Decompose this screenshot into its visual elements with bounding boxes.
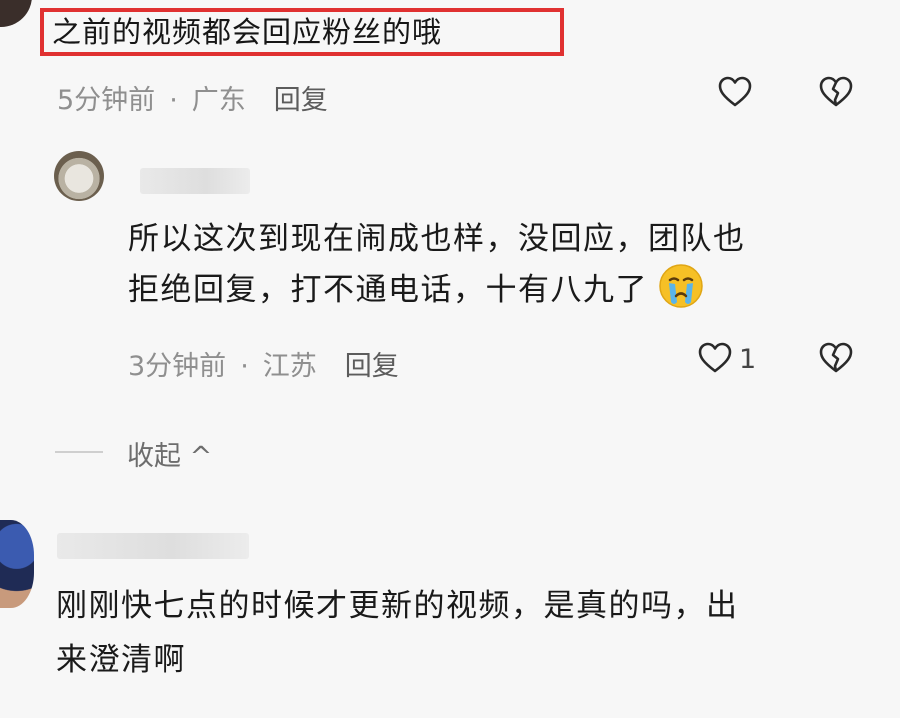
- reply-location: 江苏: [262, 351, 317, 382]
- comment-text-line2: 来澄清啊: [56, 642, 186, 678]
- crying-face-icon: [659, 264, 703, 308]
- comment-location: 广东: [191, 85, 246, 116]
- reply-button[interactable]: 回复: [345, 351, 399, 382]
- broken-heart-icon[interactable]: [819, 76, 853, 108]
- collapse-button[interactable]: 收起 ^: [127, 434, 212, 473]
- username-redacted: [57, 533, 249, 559]
- broken-heart-icon[interactable]: [819, 342, 853, 374]
- separator: ·: [240, 351, 249, 382]
- like-count: 1: [739, 344, 757, 375]
- heart-icon[interactable]: [718, 76, 752, 108]
- separator: ·: [169, 85, 178, 116]
- comment-text-line1: 刚刚快七点的时候才更新的视频，是真的吗，出: [56, 588, 739, 624]
- divider: [55, 451, 103, 453]
- avatar[interactable]: [0, 520, 34, 608]
- comment-time: 5分钟前: [57, 85, 156, 116]
- reply-time: 3分钟前: [128, 351, 227, 382]
- avatar[interactable]: [54, 151, 104, 201]
- reply-text-line2-wrap: 拒绝回复，打不通电话，十有八九了: [128, 262, 705, 313]
- heart-icon[interactable]: [698, 342, 732, 374]
- username-redacted: [140, 168, 250, 194]
- comment-thread: 之前的视频都会回应粉丝的哦 5分钟前 · 广东 回复 所以这次到现在闹成也样，没回应，…: [0, 0, 900, 718]
- reply-meta: 3分钟前 · 江苏 回复: [128, 344, 399, 383]
- comment-meta: 5分钟前 · 广东 回复: [57, 78, 328, 117]
- comment-text: 之前的视频都会回应粉丝的哦: [52, 15, 443, 49]
- avatar[interactable]: [0, 0, 32, 27]
- reply-button[interactable]: 回复: [274, 85, 328, 116]
- reply-text-line1: 所以这次到现在闹成也样，没回应，团队也: [128, 221, 746, 257]
- reply-text-line2: 拒绝回复，打不通电话，十有八九了: [128, 272, 648, 308]
